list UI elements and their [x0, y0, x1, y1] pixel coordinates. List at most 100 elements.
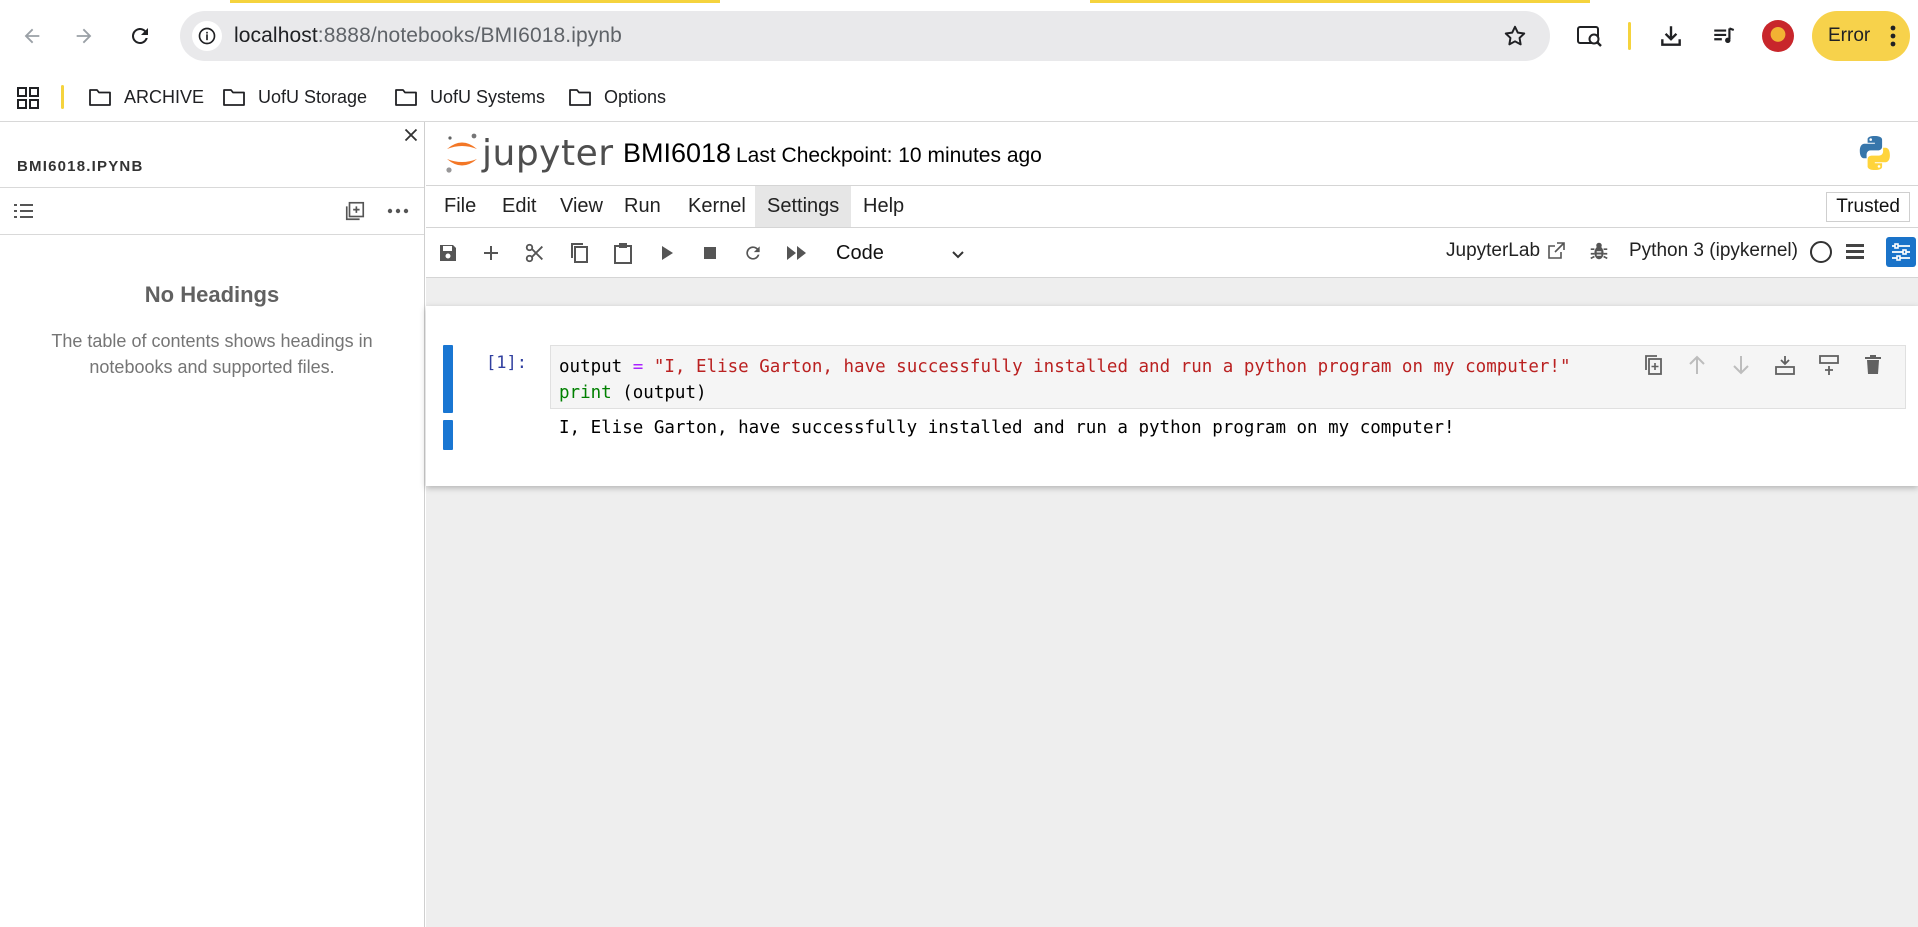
- checkpoint-status: Last Checkpoint: 10 minutes ago: [736, 144, 1042, 167]
- notebook-panel: [1]: output = "I, Elise Garton, have suc…: [426, 306, 1918, 486]
- menu-edit[interactable]: Edit: [490, 186, 548, 227]
- notebook-title[interactable]: BMI6018: [623, 138, 731, 169]
- notebook-toolbar: Code JupyterLab Python 3 (ipykernel): [426, 228, 1918, 278]
- url-path: :8888/notebooks/BMI6018.ipynb: [317, 24, 622, 47]
- star-icon[interactable]: [1502, 23, 1528, 49]
- property-inspector-icon[interactable]: [1886, 237, 1916, 267]
- code-variable: output: [559, 357, 623, 377]
- paste-icon[interactable]: [610, 240, 636, 266]
- jupyter-logo-text: jupyter: [482, 132, 614, 174]
- cell-type-select[interactable]: Code: [836, 238, 966, 268]
- code-operator: =: [632, 357, 644, 377]
- url-host: localhost: [234, 24, 318, 47]
- menu-view[interactable]: View: [548, 186, 615, 227]
- jupyter-logo[interactable]: jupyter: [444, 132, 614, 174]
- run-icon[interactable]: [654, 240, 680, 266]
- open-jupyterlab-link[interactable]: JupyterLab: [1446, 240, 1566, 262]
- browser-toolbar: localhost:8888/notebooks/BMI6018.ipynb E…: [0, 0, 1918, 72]
- download-icon[interactable]: [1655, 20, 1687, 52]
- kernel-status-icon: [1810, 241, 1832, 263]
- toc-toolbar: [0, 188, 424, 235]
- stop-icon[interactable]: [697, 240, 723, 266]
- bookmark-uofu-storage[interactable]: UofU Storage: [222, 82, 367, 112]
- jupyterlab-label: JupyterLab: [1446, 240, 1541, 261]
- expand-all-icon[interactable]: [344, 200, 366, 222]
- more-vert-icon[interactable]: [1890, 25, 1896, 47]
- bookmark-archive[interactable]: ARCHIVE: [88, 82, 204, 112]
- search-lens-icon[interactable]: [1574, 20, 1606, 52]
- insert-above-icon[interactable]: [1763, 354, 1807, 376]
- menu-settings[interactable]: Settings: [755, 186, 852, 227]
- output-collapser[interactable]: [443, 420, 453, 450]
- bookmark-label: UofU Systems: [430, 86, 546, 107]
- code-keyword: print: [559, 383, 612, 403]
- apps-grid-icon[interactable]: [16, 86, 40, 110]
- folder-icon: [88, 87, 112, 107]
- copy-icon[interactable]: [566, 240, 592, 266]
- toc-panel: BMI6018.IPYNB No Headings The table of c…: [0, 122, 425, 927]
- profile-error-button[interactable]: Error: [1812, 11, 1910, 61]
- chevron-down-icon: [950, 246, 966, 262]
- tab-accent: [1090, 0, 1590, 3]
- jupyter-logo-icon: [444, 132, 480, 174]
- toc-empty-heading: No Headings: [144, 282, 280, 307]
- cell-output: I, Elise Garton, have successfully insta…: [559, 418, 1455, 438]
- reload-icon[interactable]: [122, 18, 158, 54]
- move-down-icon[interactable]: [1719, 354, 1763, 376]
- delete-icon[interactable]: [1851, 354, 1895, 376]
- bookmark-uofu-systems[interactable]: UofU Systems: [394, 82, 545, 112]
- menu-help[interactable]: Help: [851, 186, 916, 227]
- close-icon[interactable]: [400, 124, 422, 146]
- toc-empty-description: The table of contents shows headings in …: [51, 331, 373, 377]
- add-cell-icon[interactable]: [478, 240, 504, 266]
- python-logo-icon: [1856, 134, 1894, 172]
- site-info-icon[interactable]: [192, 21, 222, 51]
- folder-icon: [568, 87, 592, 107]
- menu-file[interactable]: File: [432, 186, 488, 227]
- duplicate-icon[interactable]: [1631, 354, 1675, 376]
- folder-icon: [222, 87, 246, 107]
- cut-icon[interactable]: [522, 240, 548, 266]
- media-icon[interactable]: [1708, 20, 1740, 52]
- toolbar-separator: [1628, 22, 1631, 50]
- folder-icon: [394, 87, 418, 107]
- code-editor[interactable]: output = "I, Elise Garton, have successf…: [550, 345, 1906, 409]
- menu-run[interactable]: Run: [612, 186, 673, 227]
- restart-icon[interactable]: [740, 240, 766, 266]
- input-collapser[interactable]: [443, 345, 453, 413]
- code-string: "I, Elise Garton, have successfully inst…: [653, 357, 1571, 377]
- back-icon[interactable]: [14, 18, 50, 54]
- notebook-header: jupyter BMI6018 Last Checkpoint: 10 minu…: [426, 122, 1918, 185]
- execution-prompt: [1]:: [486, 353, 527, 373]
- numbered-list-icon[interactable]: [14, 202, 34, 220]
- cell-type-value: Code: [836, 241, 884, 264]
- menu-bar: File Edit View Run Kernel Settings Help …: [426, 185, 1918, 228]
- error-label: Error: [1828, 25, 1871, 46]
- tab-accent: [230, 0, 720, 3]
- kernel-name[interactable]: Python 3 (ipykernel): [1629, 240, 1798, 262]
- bookmark-label: Options: [604, 86, 667, 107]
- bookmarks-bar: ARCHIVE UofU Storage UofU Systems Option…: [0, 72, 1918, 122]
- code-text: output = "I, Elise Garton, have successf…: [559, 354, 1570, 406]
- fast-forward-icon[interactable]: [784, 240, 810, 266]
- bookmark-options[interactable]: Options: [568, 82, 666, 112]
- insert-below-icon[interactable]: [1807, 354, 1851, 376]
- move-up-icon[interactable]: [1675, 354, 1719, 376]
- bookmarks-separator: [61, 85, 64, 109]
- code-args: (output): [611, 383, 707, 403]
- bug-icon[interactable]: [1588, 240, 1610, 262]
- notebook-area: jupyter BMI6018 Last Checkpoint: 10 minu…: [426, 122, 1918, 927]
- cell-toolbar: [1631, 354, 1895, 376]
- hamburger-icon[interactable]: [1844, 240, 1866, 262]
- trusted-indicator[interactable]: Trusted: [1826, 192, 1910, 222]
- url-text[interactable]: localhost:8888/notebooks/BMI6018.ipynb: [234, 24, 622, 48]
- bookmark-label: UofU Storage: [258, 86, 368, 107]
- more-horiz-icon[interactable]: [386, 200, 410, 222]
- avatar[interactable]: [1762, 20, 1794, 52]
- menu-kernel[interactable]: Kernel: [676, 186, 758, 227]
- bookmark-label: ARCHIVE: [124, 86, 205, 107]
- address-bar[interactable]: localhost:8888/notebooks/BMI6018.ipynb: [180, 11, 1550, 61]
- forward-icon[interactable]: [66, 18, 102, 54]
- save-icon[interactable]: [435, 240, 461, 266]
- external-link-icon: [1546, 241, 1566, 261]
